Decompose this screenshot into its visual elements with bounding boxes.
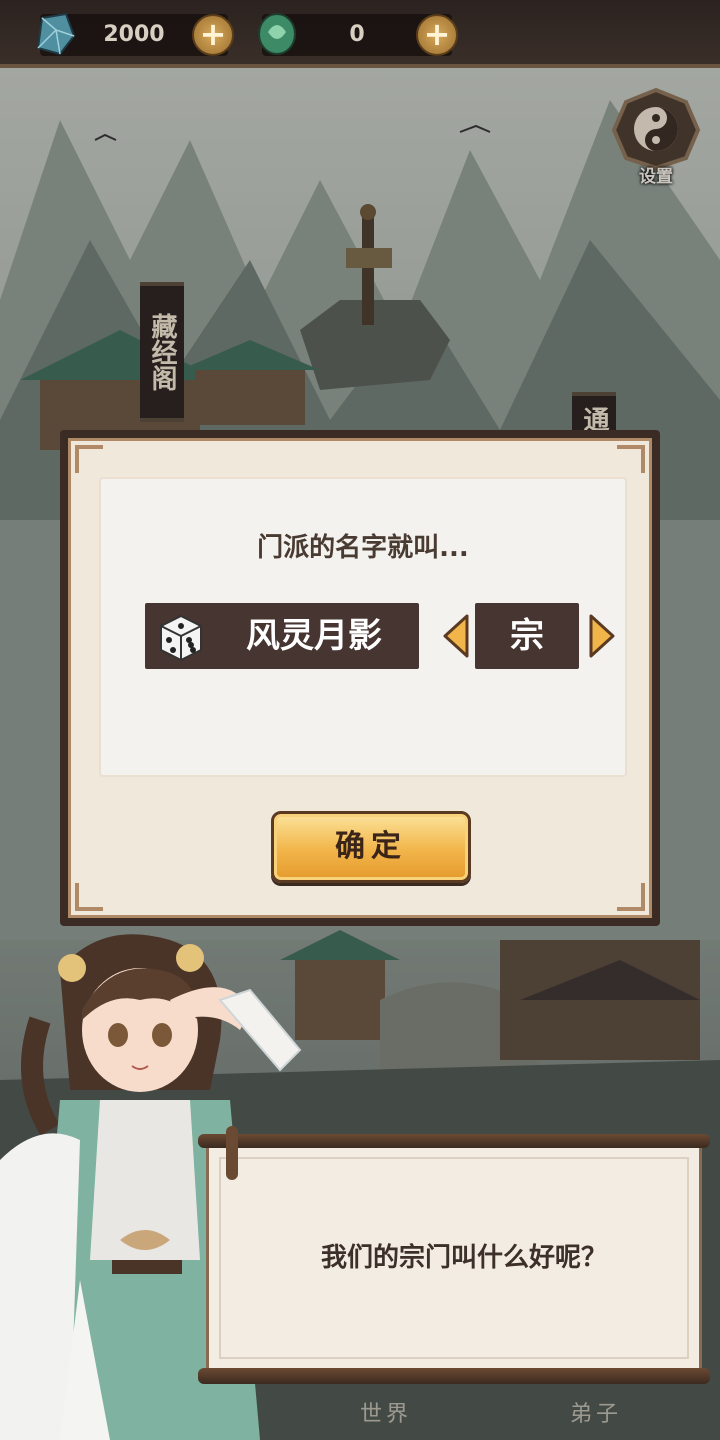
scroll-rod-top <box>198 1134 710 1148</box>
bottom-nav-hint: 世界 弟子 <box>0 1390 720 1440</box>
coin-amount: 0 <box>349 22 365 47</box>
arrow-left-icon[interactable] <box>441 613 471 659</box>
jade-gem-icon <box>36 12 76 56</box>
confirm-button[interactable]: 确定 <box>271 811 471 883</box>
green-coin-icon <box>258 13 296 55</box>
jade-resource: 2000 + <box>36 12 234 56</box>
name-panel: 门派的名字就叫... 风灵月影 宗 <box>99 477 627 777</box>
add-coin-button[interactable]: + <box>416 14 458 56</box>
resource-bar: 2000 + 0 + <box>0 0 720 68</box>
frame-corner <box>617 445 645 473</box>
coin-resource: 0 + <box>258 13 458 56</box>
add-jade-button[interactable]: + <box>192 14 234 56</box>
sect-name-dialog: 门派的名字就叫... 风灵月影 宗 确定 <box>60 430 660 926</box>
scroll-peg <box>226 1126 238 1180</box>
dialogue-scroll[interactable]: 我们的宗门叫什么好呢？ <box>198 1126 710 1384</box>
sect-suffix: 宗 <box>475 603 579 669</box>
tab-world[interactable]: 世界 <box>360 1396 412 1428</box>
dice-icon[interactable] <box>155 610 205 662</box>
dialog-prompt: 门派的名字就叫... <box>257 533 469 563</box>
scroll-rod-bottom <box>198 1368 710 1384</box>
dialogue-text: 我们的宗门叫什么好呢？ <box>320 1243 607 1273</box>
sect-name-field[interactable]: 风灵月影 <box>145 603 419 669</box>
scroll-paper: 我们的宗门叫什么好呢？ <box>206 1144 702 1372</box>
frame-corner <box>75 445 103 473</box>
tab-disciple[interactable]: 弟子 <box>570 1396 622 1428</box>
arrow-right-icon[interactable] <box>587 613 617 659</box>
sect-name-value: 风灵月影 <box>246 616 382 656</box>
jade-amount: 2000 <box>103 22 165 47</box>
dialog-frame: 门派的名字就叫... 风灵月影 宗 确定 <box>68 438 652 918</box>
frame-corner <box>617 883 645 911</box>
